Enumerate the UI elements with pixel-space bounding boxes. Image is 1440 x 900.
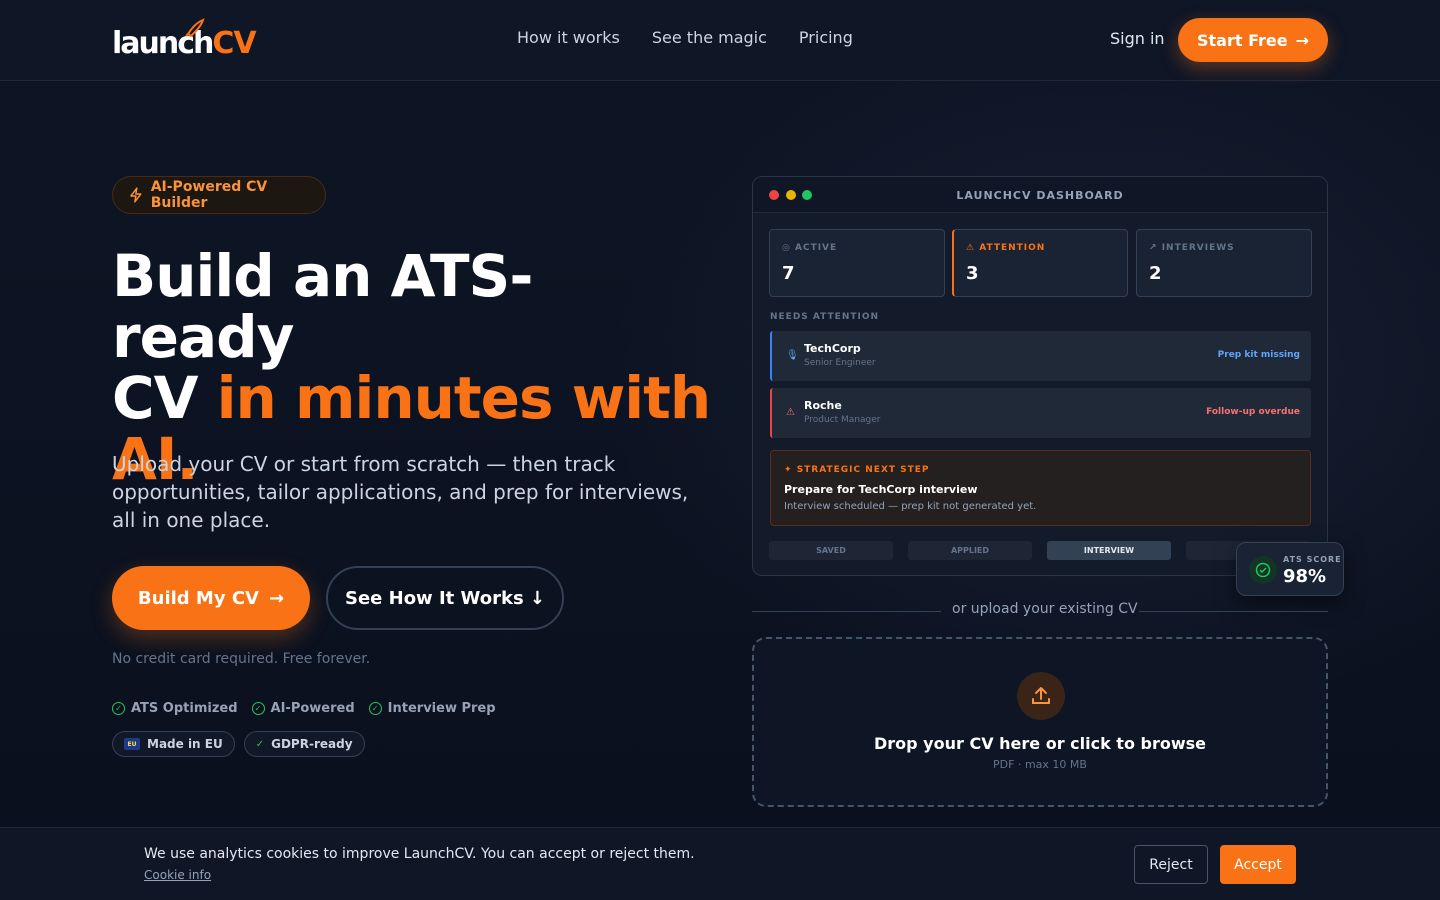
divider-line-right bbox=[1139, 611, 1328, 612]
upload-icon bbox=[1017, 672, 1065, 720]
see-how-it-works-button[interactable]: See How It Works ↓ bbox=[326, 566, 564, 630]
reject-button[interactable]: Reject bbox=[1134, 845, 1208, 884]
feature-item: ✓ ATS Optimized bbox=[112, 701, 238, 716]
nav-how-it-works[interactable]: How it works bbox=[517, 28, 620, 47]
badge-label: AI-Powered CV Builder bbox=[150, 179, 268, 211]
stat-interviews: ↗ INTERVIEWS 2 bbox=[1136, 229, 1312, 297]
main-nav: How it works See the magic Pricing bbox=[517, 28, 853, 47]
list-item[interactable]: ⚠ Roche Product Manager Follow-up overdu… bbox=[770, 388, 1311, 438]
pipeline-stage-interview: INTERVIEW bbox=[1047, 541, 1171, 560]
feature-item: ✓ AI-Powered bbox=[251, 701, 355, 716]
lightning-icon bbox=[130, 187, 142, 203]
check-circle-icon: ✓ bbox=[251, 702, 265, 715]
dropzone-title: Drop your CV here or click to browse bbox=[873, 734, 1206, 753]
logo-text-cv: CV bbox=[212, 26, 256, 61]
window-titlebar: LAUNCHCV DASHBOARD bbox=[753, 177, 1327, 213]
pipeline-stage-saved: SAVED bbox=[769, 541, 893, 560]
pill-label: GDPR-ready bbox=[271, 737, 353, 751]
nav-pricing[interactable]: Pricing bbox=[799, 28, 853, 47]
pipeline-stage-applied: APPLIED bbox=[908, 541, 1032, 560]
hero-title-line1: Build an ATS-ready bbox=[112, 242, 533, 371]
site-header: launch CV How it works See the magic Pric… bbox=[0, 0, 1440, 81]
company-name: TechCorp bbox=[804, 342, 861, 355]
start-free-label: Start Free bbox=[1197, 30, 1288, 50]
cookie-info-link[interactable]: Cookie info bbox=[144, 868, 211, 882]
arrow-right-icon: → bbox=[1295, 30, 1309, 50]
warning-icon: ⚠ bbox=[966, 243, 980, 253]
hero-title-line2-b: in minutes with bbox=[216, 364, 712, 432]
sparkle-icon: ✦ bbox=[784, 465, 797, 475]
rocket-icon bbox=[185, 18, 205, 38]
accept-button[interactable]: Accept bbox=[1220, 845, 1296, 884]
cookie-message: We use analytics cookies to improve Laun… bbox=[144, 846, 695, 862]
stat-attention: ⚠ ATTENTION 3 bbox=[952, 229, 1128, 297]
check-icon: ✓ bbox=[255, 738, 265, 750]
list-item[interactable]: 🎙 TechCorp Senior Engineer Prep kit miss… bbox=[770, 331, 1311, 381]
ats-score-value: 98% bbox=[1283, 566, 1327, 587]
target-icon: ◎ bbox=[782, 243, 795, 253]
gdpr-pill: ✓ GDPR-ready bbox=[243, 731, 365, 757]
stat-label: ⚠ ATTENTION bbox=[966, 243, 1046, 253]
divider-line-left bbox=[752, 611, 941, 612]
pill-label: Made in EU bbox=[147, 737, 223, 751]
build-my-cv-label: Build My CV bbox=[137, 587, 259, 609]
row-status: Follow-up overdue bbox=[1206, 407, 1300, 417]
cv-dropzone[interactable]: Drop your CV here or click to browse PDF… bbox=[752, 637, 1328, 807]
feature-label: ATS Optimized bbox=[131, 701, 238, 716]
feature-item: ✓ Interview Prep bbox=[368, 701, 496, 716]
dropzone-hint: PDF · max 10 MB bbox=[993, 758, 1087, 771]
dashboard-preview: LAUNCHCV DASHBOARD ◎ ACTIVE 7 ⚠ ATTENTIO… bbox=[752, 176, 1328, 576]
nav-see-the-magic[interactable]: See the magic bbox=[652, 28, 767, 47]
microphone-icon: 🎙 bbox=[786, 350, 799, 361]
made-in-eu-pill: EU Made in EU bbox=[112, 731, 235, 757]
check-circle-icon: ✓ bbox=[368, 702, 382, 715]
build-my-cv-button[interactable]: Build My CV → bbox=[112, 566, 310, 630]
next-step-label: ✦ STRATEGIC NEXT STEP bbox=[784, 465, 930, 475]
stat-value: 3 bbox=[966, 263, 979, 284]
warning-icon: ⚠ bbox=[786, 407, 795, 418]
feature-list: ✓ ATS Optimized ✓ AI-Powered ✓ Interview Pr… bbox=[112, 701, 496, 716]
dashboard-title: LAUNCHCV DASHBOARD bbox=[956, 189, 1124, 202]
stat-active: ◎ ACTIVE 7 bbox=[769, 229, 945, 297]
company-name: Roche bbox=[804, 399, 842, 412]
logo[interactable]: launch CV bbox=[112, 18, 257, 62]
check-circle-icon: ✓ bbox=[112, 702, 125, 715]
hero-title-line2-a: CV bbox=[112, 364, 217, 432]
next-step-detail: Interview scheduled — prep kit not gener… bbox=[784, 501, 1037, 512]
ats-score-label: ATS SCORE bbox=[1283, 555, 1342, 564]
role-title: Product Manager bbox=[804, 415, 881, 425]
hero-subtitle: Upload your CV or start from scratch — t… bbox=[112, 452, 689, 532]
cookie-banner: We use analytics cookies to improve Laun… bbox=[0, 827, 1440, 900]
row-status: Prep kit missing bbox=[1217, 350, 1300, 360]
eu-flag-icon: EU bbox=[124, 738, 140, 750]
strategic-next-step-card: ✦ STRATEGIC NEXT STEP Prepare for TechCo… bbox=[770, 450, 1311, 526]
trend-up-icon: ↗ bbox=[1149, 243, 1162, 253]
stat-value: 2 bbox=[1149, 263, 1162, 284]
needs-attention-label: NEEDS ATTENTION bbox=[770, 312, 880, 322]
stat-value: 7 bbox=[782, 263, 795, 284]
feature-label: AI-Powered bbox=[270, 701, 355, 716]
ats-score-card: ATS SCORE 98% bbox=[1236, 542, 1344, 596]
sign-in-link[interactable]: Sign in bbox=[1110, 29, 1165, 48]
trust-pills: EU Made in EU ✓ GDPR-ready bbox=[112, 731, 365, 757]
upload-divider-text: or upload your existing CV bbox=[952, 601, 1138, 617]
role-title: Senior Engineer bbox=[804, 358, 876, 368]
arrow-right-icon: → bbox=[268, 587, 285, 609]
stat-label: ◎ ACTIVE bbox=[782, 243, 838, 253]
start-free-button[interactable]: Start Free → bbox=[1178, 18, 1328, 62]
feature-label: Interview Prep bbox=[387, 701, 496, 716]
see-how-label: See How It Works ↓ bbox=[344, 587, 546, 609]
check-circle-icon bbox=[1249, 556, 1277, 584]
ai-badge: AI-Powered CV Builder bbox=[112, 176, 326, 214]
stat-label: ↗ INTERVIEWS bbox=[1149, 243, 1235, 253]
no-credit-card-note: No credit card required. Free forever. bbox=[112, 651, 371, 667]
next-step-title: Prepare for TechCorp interview bbox=[784, 483, 978, 496]
